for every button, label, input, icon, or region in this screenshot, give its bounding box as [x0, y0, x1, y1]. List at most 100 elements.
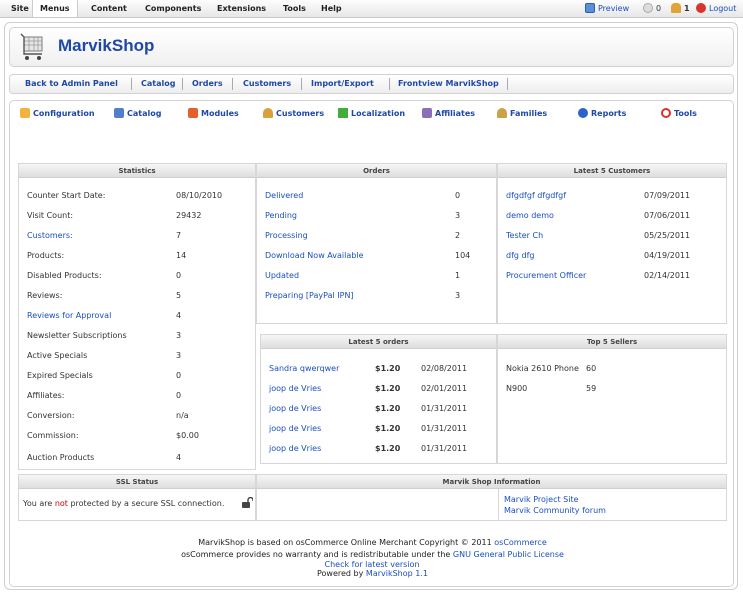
latest-order-link[interactable]: joop de Vries: [269, 384, 321, 393]
order-status-link[interactable]: Processing: [265, 231, 308, 240]
top-sellers-title: Top 5 Sellers: [498, 335, 726, 349]
nav-separator: [389, 78, 390, 90]
menu-menus[interactable]: Menus: [32, 0, 78, 17]
ssl-text-not: not: [54, 499, 68, 508]
module-reports[interactable]: Reports: [578, 108, 626, 118]
module-customers[interactable]: Customers: [263, 108, 324, 118]
customer-link[interactable]: demo demo: [506, 211, 554, 220]
nav-back-to-admin[interactable]: Back to Admin Panel: [25, 79, 118, 88]
module-families[interactable]: Families: [497, 108, 547, 118]
nav-separator: [182, 78, 183, 90]
powered-by-line: Powered by MarvikShop 1.1: [10, 569, 735, 578]
oscommerce-link[interactable]: osCommerce: [494, 538, 546, 547]
stat-value: 08/10/2010: [176, 191, 223, 200]
module-affiliates[interactable]: Affiliates: [422, 108, 475, 118]
latest-order-amount: $1.20: [375, 404, 401, 413]
stat-value: 14: [176, 251, 187, 260]
license-text: osCommerce provides no warranty and is r…: [181, 550, 453, 559]
stat-customers-link[interactable]: Customers:: [27, 231, 73, 240]
messages-count[interactable]: 0: [643, 0, 661, 17]
order-status-link[interactable]: Preparing [PayPal IPN]: [265, 291, 354, 300]
latest-order-link[interactable]: joop de Vries: [269, 404, 321, 413]
menu-extensions[interactable]: Extensions: [210, 0, 273, 17]
copyright-text: MarvikShop is based on osCommerce Online…: [198, 538, 495, 547]
top-seller-name: N900: [506, 384, 528, 393]
module-localization[interactable]: Localization: [338, 108, 405, 118]
top-sellers-panel: Top 5 Sellers Nokia 2610 Phone 60 N900 5…: [497, 334, 727, 464]
nav-frontview[interactable]: Frontview MarvikShop: [398, 79, 499, 88]
module-customers-label: Customers: [276, 109, 325, 118]
stat-value: 0: [176, 371, 182, 380]
stat-label: Visit Count:: [27, 211, 74, 220]
latest-order-date: 02/01/2011: [421, 384, 468, 393]
menu-tools[interactable]: Tools: [276, 0, 313, 17]
stat-value: n/a: [176, 411, 189, 420]
stat-value: 3: [176, 331, 182, 340]
messages-value: 0: [656, 4, 662, 13]
users-count[interactable]: 1: [671, 0, 690, 17]
plus-icon: [338, 108, 348, 118]
nav-customers[interactable]: Customers: [243, 79, 291, 88]
stat-label: Affiliates:: [27, 391, 65, 400]
latest-order-link[interactable]: Sandra qwerqwer: [269, 364, 339, 373]
module-tools-label: Tools: [674, 109, 697, 118]
nav-import-export[interactable]: Import/Export: [311, 79, 374, 88]
stat-reviews-approval-link[interactable]: Reviews for Approval: [27, 311, 111, 320]
module-configuration[interactable]: Configuration: [20, 108, 95, 118]
orders-panel: Orders Delivered 0 Pending 3 Processing …: [256, 163, 497, 324]
gpl-link[interactable]: GNU General Public License: [453, 550, 564, 559]
admin-nav: Back to Admin Panel Catalog Orders Custo…: [9, 74, 734, 94]
latest-order-date: 01/31/2011: [421, 424, 468, 433]
customer-date: 02/14/2011: [644, 271, 691, 280]
order-status-link[interactable]: Updated: [265, 271, 299, 280]
stat-value: 5: [176, 291, 182, 300]
order-status-link[interactable]: Delivered: [265, 191, 303, 200]
puzzle-icon: [188, 108, 198, 118]
shop-info-panel: Marvik Shop Information Marvik Project S…: [256, 474, 727, 521]
latest-order-link[interactable]: joop de Vries: [269, 444, 321, 453]
top-seller-count: 60: [586, 364, 597, 373]
shop-title: MarvikShop: [58, 36, 155, 55]
module-modules-label: Modules: [201, 109, 239, 118]
module-modules[interactable]: Modules: [188, 108, 239, 118]
menu-site[interactable]: Site: [4, 0, 36, 17]
order-status-link[interactable]: Pending: [265, 211, 297, 220]
logout-link[interactable]: Logout: [696, 0, 736, 17]
check-version-line: Check for latest version: [5, 560, 739, 569]
menu-help[interactable]: Help: [314, 0, 349, 17]
wrench-icon: [20, 108, 30, 118]
latest-order-amount: $1.20: [375, 364, 401, 373]
customer-date: 07/06/2011: [644, 211, 691, 220]
stat-label: Active Specials: [27, 351, 88, 360]
nav-catalog[interactable]: Catalog: [141, 79, 175, 88]
customer-link[interactable]: Tester Ch: [506, 231, 543, 240]
menu-content[interactable]: Content: [84, 0, 134, 17]
marvik-community-forum-link[interactable]: Marvik Community forum: [504, 506, 606, 515]
order-status-link[interactable]: Download Now Available: [265, 251, 363, 260]
preview-label: Preview: [598, 4, 630, 13]
nav-orders[interactable]: Orders: [192, 79, 223, 88]
customer-date: 07/09/2011: [644, 191, 691, 200]
module-localization-label: Localization: [351, 109, 406, 118]
module-tools[interactable]: Tools: [661, 108, 697, 118]
latest-order-amount: $1.20: [375, 444, 401, 453]
ssl-status-title: SSL Status: [19, 475, 255, 489]
stat-value: 3: [176, 351, 182, 360]
preview-link[interactable]: Preview: [585, 0, 629, 17]
marvikshop-version-link[interactable]: MarvikShop 1.1: [366, 569, 428, 578]
latest-order-link[interactable]: joop de Vries: [269, 424, 321, 433]
check-latest-version-link[interactable]: Check for latest version: [324, 560, 419, 569]
customer-link[interactable]: dfg dfg: [506, 251, 535, 260]
copyright-line: MarvikShop is based on osCommerce Online…: [10, 538, 735, 547]
stat-value: 4: [176, 311, 182, 320]
module-catalog[interactable]: Catalog: [114, 108, 161, 118]
stat-value: 0: [176, 271, 182, 280]
customer-link[interactable]: Procurement Officer: [506, 271, 586, 280]
ssl-status-text: You are not protected by a secure SSL co…: [23, 499, 224, 508]
stat-value: $0.00: [176, 431, 199, 440]
menu-components[interactable]: Components: [138, 0, 208, 17]
lifebuoy-icon: [661, 108, 671, 118]
stat-label: Products:: [27, 251, 65, 260]
marvik-project-site-link[interactable]: Marvik Project Site: [504, 495, 579, 504]
customer-link[interactable]: dfgdfgf dfgdfgf: [506, 191, 566, 200]
